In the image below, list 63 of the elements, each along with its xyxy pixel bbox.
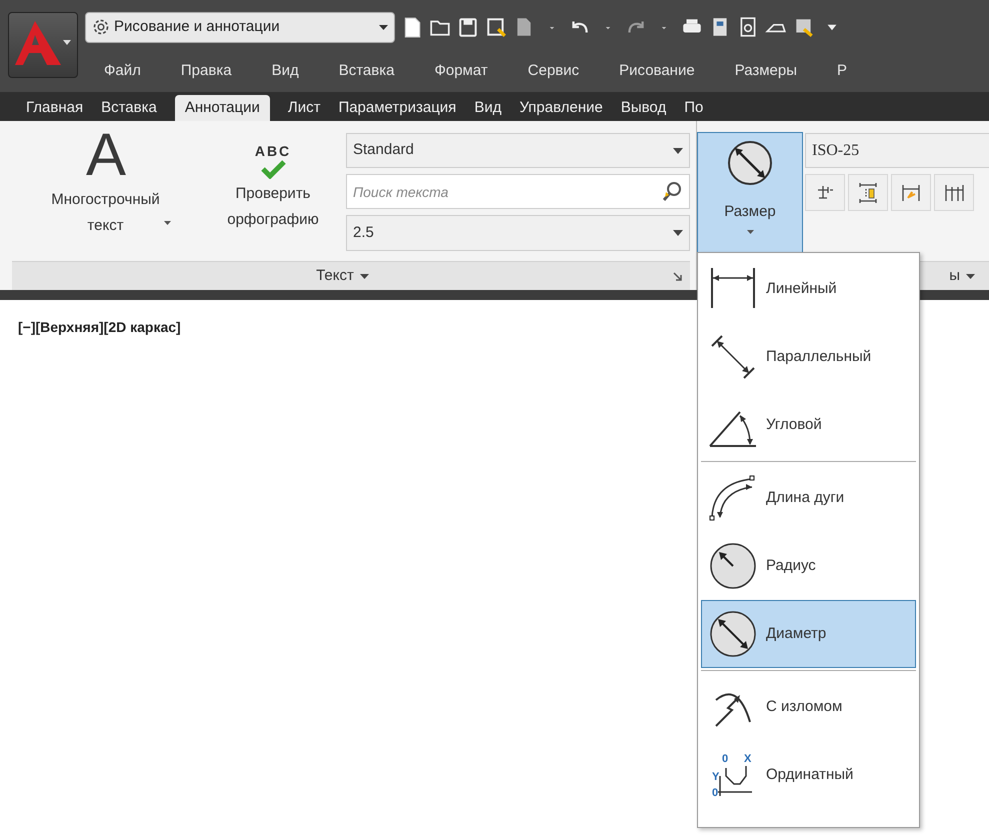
- ribbon-tab[interactable]: Главная: [26, 95, 84, 121]
- application-button[interactable]: [8, 12, 78, 78]
- caret-icon: [746, 230, 754, 234]
- panel-title: ы: [949, 266, 960, 286]
- menu-item[interactable]: Радиус: [701, 532, 916, 600]
- menu-item[interactable]: Правка: [180, 60, 232, 82]
- dimension-tool-button[interactable]: [848, 174, 888, 211]
- dimension-tool-button[interactable]: [934, 174, 974, 211]
- menu-item[interactable]: Вставка: [338, 60, 394, 82]
- search-field[interactable]: Поиск текста: [346, 174, 690, 209]
- caret-icon: [360, 274, 369, 278]
- ribbon-tab[interactable]: Параметризация: [338, 95, 456, 121]
- save-as-icon[interactable]: [485, 16, 507, 38]
- caret-icon: [673, 230, 683, 236]
- menu-item[interactable]: Параллельный: [701, 323, 916, 391]
- menu-item[interactable]: Рисование: [619, 60, 695, 82]
- menu-item[interactable]: Вид: [272, 60, 299, 82]
- caret-icon: [379, 24, 388, 30]
- spell-check-button[interactable]: Проверить орфографию: [227, 181, 319, 233]
- panel-title: Текст: [316, 266, 354, 286]
- ribbon-tab[interactable]: Вставка: [101, 95, 157, 121]
- workspace-dropdown[interactable]: Рисование и аннотации: [85, 12, 395, 42]
- settings-icon: [92, 18, 110, 36]
- menu-item[interactable]: Сервис: [528, 60, 580, 82]
- text-style-dropdown[interactable]: Standard: [346, 133, 690, 168]
- ribbon-tab[interactable]: Вид: [474, 95, 502, 121]
- panel-launcher-icon[interactable]: [673, 272, 682, 280]
- menu-item[interactable]: Формат: [434, 60, 488, 82]
- viewport-controls[interactable]: [−][Верхняя][2D каркас]: [18, 319, 181, 335]
- menu-item[interactable]: Р: [837, 60, 848, 82]
- text-tool-icon: A: [86, 123, 126, 187]
- dimension-button[interactable]: Размер: [697, 132, 803, 253]
- spell-check-label: ABC: [254, 143, 292, 159]
- ribbon-tab[interactable]: Управление: [519, 95, 603, 121]
- dimension-tool-button[interactable]: [891, 174, 931, 211]
- diameter-icon: [726, 139, 774, 187]
- ribbon-tab[interactable]: Вывод: [620, 95, 666, 121]
- menu-item[interactable]: 0 X Y 0 Ординатный: [701, 741, 916, 809]
- caret-icon: [673, 148, 683, 154]
- menu-item[interactable]: Диаметр: [701, 600, 916, 668]
- menu-item[interactable]: Файл: [104, 60, 141, 82]
- save-icon[interactable]: [457, 16, 479, 38]
- check-icon: [260, 159, 286, 179]
- caret-icon: [966, 274, 975, 278]
- menu-item[interactable]: С изломом: [701, 673, 916, 741]
- text-height-dropdown[interactable]: 2.5: [346, 215, 690, 251]
- caret-icon: [164, 221, 171, 225]
- dimension-tool-button[interactable]: [805, 174, 845, 211]
- menu-item[interactable]: Длина дуги: [701, 464, 916, 532]
- diameter-dimension-icon: [708, 609, 758, 659]
- multiline-text-button[interactable]: Многострочный текст: [41, 187, 171, 239]
- ribbon-tab[interactable]: По: [684, 95, 704, 121]
- caret-icon: [63, 40, 71, 45]
- dimension-style-dropdown[interactable]: ISO-25: [805, 133, 989, 168]
- ribbon-tab[interactable]: Аннотации: [174, 95, 270, 121]
- menu-item[interactable]: Угловой: [701, 391, 916, 459]
- radius-dimension-icon: [708, 541, 758, 591]
- app-logo-icon: [13, 19, 63, 67]
- search-icon: [662, 180, 684, 202]
- ribbon-tab[interactable]: Лист: [288, 95, 320, 121]
- dimension-space-icon: [857, 182, 879, 204]
- menu-item[interactable]: Размеры: [734, 60, 798, 82]
- panel-title-bar[interactable]: Текст: [12, 261, 690, 290]
